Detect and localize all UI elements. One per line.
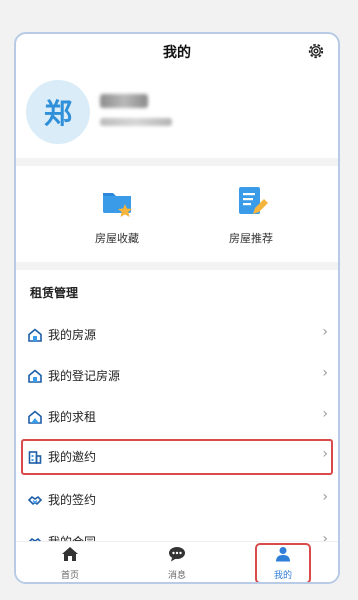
section-title: 租赁管理	[30, 286, 79, 300]
menu-item-my-contracts-signed[interactable]: 我的签约 ›	[22, 483, 332, 517]
menu-item-label: 我的签约	[48, 493, 97, 507]
menu-item-label: 我的邀约	[48, 450, 97, 464]
quick-action-recommend[interactable]: 房屋推荐	[196, 184, 306, 246]
menu-item-my-listings[interactable]: 我的房源 ›	[22, 318, 332, 352]
menu-item-my-invitations[interactable]: 我的邀约 ›	[21, 439, 333, 475]
chat-icon	[169, 547, 185, 562]
user-name-redacted	[100, 94, 148, 108]
home-icon	[62, 547, 78, 561]
tab-messages[interactable]: 消息	[147, 546, 207, 581]
quick-action-favorites[interactable]: 房屋收藏	[62, 184, 172, 246]
header: 我的	[16, 34, 338, 68]
quick-actions: 房屋收藏 房屋推荐	[16, 174, 338, 264]
menu-item-label: 我的求租	[48, 410, 97, 424]
person-icon	[276, 547, 290, 562]
chevron-right-icon: ›	[322, 365, 328, 381]
tab-label: 消息	[167, 571, 186, 581]
menu-item-my-registered-listings[interactable]: 我的登记房源 ›	[22, 359, 332, 393]
handshake-icon	[28, 495, 42, 506]
avatar[interactable]: 郑	[26, 80, 90, 144]
menu-item-label: 我的登记房源	[48, 369, 121, 383]
house-icon	[28, 369, 42, 383]
quick-action-label: 房屋收藏	[95, 232, 139, 245]
folder-star-icon	[103, 193, 132, 217]
chevron-right-icon: ›	[322, 489, 328, 505]
house-search-icon	[28, 410, 42, 424]
tab-bar: 首页 消息 我的	[16, 541, 338, 582]
tab-label: 我的	[273, 571, 292, 581]
document-edit-icon	[239, 187, 268, 214]
phone-frame: 我的 郑 房屋收藏 房屋推荐 租赁管理 我的房源 › 我的登记房源 › 我的求租…	[14, 32, 340, 584]
divider	[16, 158, 338, 166]
menu-item-my-rental-requests[interactable]: 我的求租 ›	[22, 400, 332, 434]
chevron-right-icon: ›	[322, 406, 328, 422]
tab-mine[interactable]: 我的	[255, 543, 311, 582]
quick-action-label: 房屋推荐	[229, 232, 273, 245]
house-icon	[28, 328, 42, 342]
tab-label: 首页	[60, 571, 79, 581]
chevron-right-icon: ›	[322, 324, 328, 340]
page-title: 我的	[163, 45, 191, 61]
chevron-right-icon: ›	[322, 446, 328, 462]
menu-item-label: 我的房源	[48, 328, 97, 342]
avatar-text: 郑	[43, 97, 72, 130]
tab-home[interactable]: 首页	[40, 546, 100, 581]
building-icon	[28, 451, 42, 464]
divider	[16, 262, 338, 270]
user-phone-redacted	[100, 118, 172, 126]
gear-icon[interactable]	[306, 41, 326, 61]
